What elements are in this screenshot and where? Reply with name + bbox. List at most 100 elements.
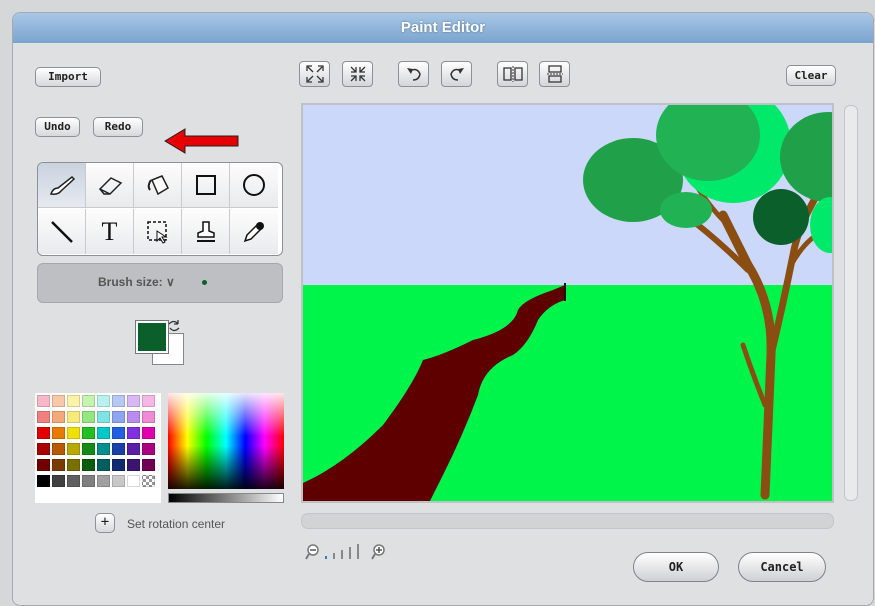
ellipse-icon [243, 174, 265, 196]
palette-swatch[interactable] [142, 459, 155, 471]
palette-swatch[interactable] [142, 427, 155, 439]
palette-swatch[interactable] [112, 475, 125, 487]
grayscale-slider[interactable] [168, 493, 284, 503]
redo-button[interactable]: Redo [93, 117, 143, 137]
palette-swatch[interactable] [67, 459, 80, 471]
palette-swatch[interactable] [142, 475, 155, 487]
palette-swatch[interactable] [52, 411, 65, 423]
shrink-icon [350, 66, 365, 82]
palette-swatch[interactable] [127, 459, 140, 471]
stamp-tool[interactable] [182, 209, 230, 254]
palette-swatch[interactable] [142, 443, 155, 455]
palette-swatch[interactable] [82, 395, 95, 407]
brush-size-dot [202, 280, 207, 285]
cancel-button[interactable]: Cancel [738, 552, 826, 582]
eyedropper-tool[interactable] [230, 209, 278, 254]
palette-swatch[interactable] [37, 395, 50, 407]
drawing-canvas[interactable] [301, 103, 834, 503]
palette-swatch[interactable] [37, 475, 50, 487]
palette-swatch[interactable] [82, 459, 95, 471]
import-button[interactable]: Import [35, 67, 101, 87]
zoom-bars [305, 544, 385, 560]
palette-swatch[interactable] [52, 459, 65, 471]
canvas-vertical-scrollbar[interactable] [844, 105, 858, 501]
palette-swatch[interactable] [67, 395, 80, 407]
shrink-button[interactable] [342, 61, 373, 87]
tool-palette: T [37, 162, 283, 256]
select-icon [146, 220, 168, 244]
palette-swatch[interactable] [97, 427, 110, 439]
palette-swatch[interactable] [97, 475, 110, 487]
palette-swatch[interactable] [97, 459, 110, 471]
flip-vertical-button[interactable] [539, 61, 570, 87]
palette-swatch[interactable] [52, 427, 65, 439]
text-tool[interactable]: T [86, 209, 134, 254]
clear-button[interactable]: Clear [786, 65, 836, 86]
set-rotation-center-label[interactable]: Set rotation center [127, 517, 225, 531]
zoom-out-icon[interactable] [305, 544, 319, 560]
palette-swatch[interactable] [82, 475, 95, 487]
flip-horizontal-icon [502, 66, 523, 82]
palette-swatch[interactable] [112, 411, 125, 423]
fill-bucket-icon [147, 175, 169, 196]
palette-swatch[interactable] [97, 411, 110, 423]
palette-swatch[interactable] [127, 395, 140, 407]
palette-swatch[interactable] [82, 411, 95, 423]
text-icon: T [101, 216, 118, 246]
zoom-control [305, 541, 405, 563]
zoom-in-icon[interactable] [371, 544, 385, 560]
ok-button[interactable]: OK [633, 552, 719, 582]
eraser-tool[interactable] [86, 163, 134, 208]
palette-swatch[interactable] [37, 411, 50, 423]
palette-swatch[interactable] [142, 395, 155, 407]
palette-swatch[interactable] [67, 443, 80, 455]
paint-editor-window: Paint Editor Import Undo Redo T Brush si… [12, 12, 874, 606]
zoom-fit-button[interactable] [299, 61, 330, 87]
palette-swatch[interactable] [67, 427, 80, 439]
paintbrush-icon [49, 175, 75, 195]
palette-swatch[interactable] [112, 395, 125, 407]
palette-swatch[interactable] [52, 443, 65, 455]
line-tool[interactable] [38, 209, 86, 254]
palette-swatch[interactable] [127, 475, 140, 487]
palette-swatch[interactable] [127, 427, 140, 439]
flip-horizontal-button[interactable] [497, 61, 528, 87]
palette-swatch[interactable] [127, 411, 140, 423]
rotate-right-button[interactable] [441, 61, 472, 87]
stamp-icon [196, 220, 215, 242]
rectangle-tool[interactable] [182, 163, 230, 208]
select-tool[interactable] [134, 209, 182, 254]
palette-swatch[interactable] [127, 443, 140, 455]
color-palette [35, 393, 161, 503]
swap-colors-icon[interactable] [167, 319, 181, 333]
palette-swatch[interactable] [37, 459, 50, 471]
brush-size-label: Brush size: ∨ [98, 275, 175, 289]
eraser-icon [98, 177, 122, 195]
palette-swatch[interactable] [97, 395, 110, 407]
palette-swatch[interactable] [67, 475, 80, 487]
flip-vertical-icon [546, 65, 563, 83]
undo-button[interactable]: Undo [35, 117, 80, 137]
palette-swatch[interactable] [37, 443, 50, 455]
brush-size-control[interactable]: Brush size: ∨ [37, 263, 283, 303]
fill-bucket-tool[interactable] [134, 163, 182, 208]
palette-swatch[interactable] [82, 443, 95, 455]
palette-swatch[interactable] [112, 459, 125, 471]
canvas-horizontal-scrollbar[interactable] [301, 513, 834, 529]
paintbrush-tool[interactable] [38, 163, 86, 208]
palette-swatch[interactable] [52, 395, 65, 407]
palette-swatch[interactable] [112, 443, 125, 455]
palette-swatch[interactable] [82, 427, 95, 439]
rotate-left-button[interactable] [398, 61, 429, 87]
zoom-out-to-fit-icon [305, 65, 324, 83]
palette-swatch[interactable] [112, 427, 125, 439]
palette-swatch[interactable] [37, 427, 50, 439]
palette-swatch[interactable] [52, 475, 65, 487]
foreground-color-swatch[interactable] [135, 320, 169, 354]
palette-swatch[interactable] [67, 411, 80, 423]
palette-swatch[interactable] [142, 411, 155, 423]
rotation-center-plus-icon[interactable]: + [95, 513, 115, 533]
color-spectrum[interactable] [168, 393, 284, 489]
ellipse-tool[interactable] [230, 163, 278, 208]
palette-swatch[interactable] [97, 443, 110, 455]
